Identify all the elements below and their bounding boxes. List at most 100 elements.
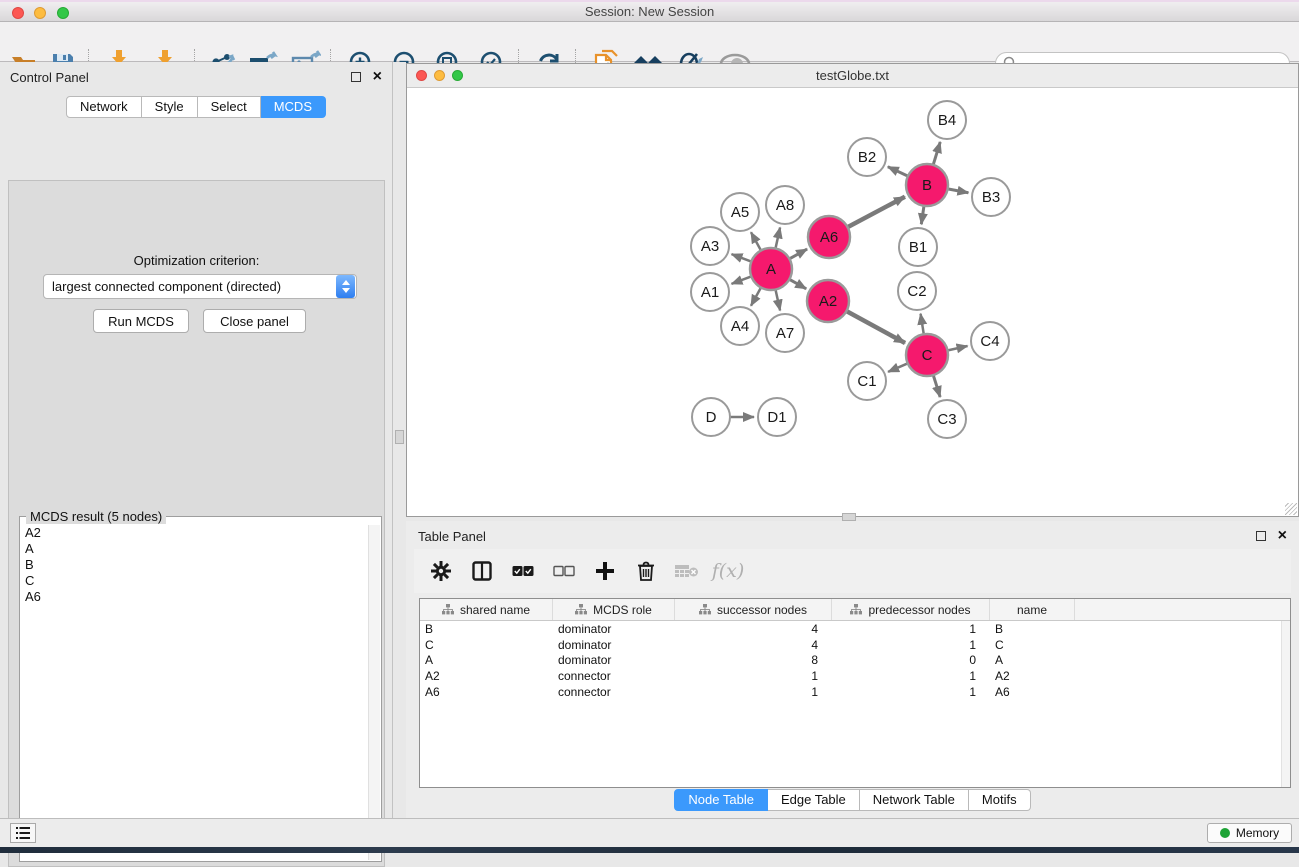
table-row-b[interactable]: Bdominator41B: [420, 621, 1290, 637]
table-row-c[interactable]: Cdominator41C: [420, 637, 1290, 653]
add-column-button[interactable]: [592, 558, 618, 584]
cell-name[interactable]: A6: [990, 684, 1075, 700]
memory-button[interactable]: Memory: [1207, 823, 1292, 843]
column-header-predecessor-nodes[interactable]: predecessor nodes: [832, 599, 990, 620]
cell-name[interactable]: A: [990, 652, 1075, 668]
column-header-shared-name[interactable]: shared name: [420, 599, 553, 620]
cell-name[interactable]: C: [990, 637, 1075, 653]
cell-predecessor-nodes[interactable]: 1: [832, 668, 990, 684]
result-scrollbar[interactable]: [368, 525, 380, 860]
cell-shared-name[interactable]: A2: [420, 668, 553, 684]
delete-table-button[interactable]: [674, 558, 700, 584]
table-row-a2[interactable]: A2connector11A2: [420, 668, 1290, 684]
zoom-window-icon[interactable]: [57, 7, 69, 19]
edge-A-A3[interactable]: [732, 254, 754, 262]
close-panel-icon[interactable]: ×: [373, 72, 382, 82]
tab-network-table[interactable]: Network Table: [860, 789, 969, 811]
cell-mcds-role[interactable]: dominator: [553, 652, 675, 668]
task-history-button[interactable]: [10, 823, 36, 843]
edge-C-C2[interactable]: [921, 314, 925, 337]
select-all-columns-button[interactable]: [510, 558, 536, 584]
tab-edge-table[interactable]: Edge Table: [768, 789, 860, 811]
edge-A2-C[interactable]: [845, 310, 905, 343]
unchecked-boxes-icon: [553, 565, 575, 577]
column-layout-button[interactable]: [469, 558, 495, 584]
table-scrollbar[interactable]: [1281, 621, 1290, 787]
close-network-icon[interactable]: [416, 70, 427, 81]
cell-name[interactable]: B: [990, 621, 1075, 637]
tab-network[interactable]: Network: [66, 96, 142, 118]
column-header-name[interactable]: name: [990, 599, 1075, 620]
cell-predecessor-nodes[interactable]: 1: [832, 684, 990, 700]
cell-mcds-role[interactable]: dominator: [553, 621, 675, 637]
cell-shared-name[interactable]: B: [420, 621, 553, 637]
unselect-all-columns-button[interactable]: [551, 558, 577, 584]
cell-mcds-role[interactable]: connector: [553, 684, 675, 700]
table-panel-title: Table Panel: [418, 529, 486, 544]
float-panel-icon[interactable]: [351, 72, 361, 82]
vertical-divider-grip[interactable]: [395, 430, 404, 444]
checked-boxes-icon: [512, 565, 534, 577]
cell-successor-nodes[interactable]: 4: [675, 621, 832, 637]
edge-A-A7[interactable]: [775, 288, 780, 311]
cell-predecessor-nodes[interactable]: 1: [832, 637, 990, 653]
edge-C-C3[interactable]: [933, 373, 940, 397]
cell-successor-nodes[interactable]: 1: [675, 684, 832, 700]
cell-name[interactable]: A2: [990, 668, 1075, 684]
edge-A-A4[interactable]: [751, 286, 762, 306]
close-window-icon[interactable]: [12, 7, 24, 19]
edge-B-B2[interactable]: [888, 167, 910, 177]
column-header-mcds-role[interactable]: MCDS role: [553, 599, 675, 620]
result-item-a2[interactable]: A2: [21, 525, 368, 541]
delete-columns-button[interactable]: [633, 558, 659, 584]
cell-shared-name[interactable]: A: [420, 652, 553, 668]
cell-shared-name[interactable]: A6: [420, 684, 553, 700]
edge-B-B3[interactable]: [946, 189, 969, 193]
cell-predecessor-nodes[interactable]: 1: [832, 621, 990, 637]
edge-A-A5[interactable]: [751, 232, 762, 252]
edge-C-C1[interactable]: [888, 363, 909, 372]
edge-A6-B[interactable]: [846, 197, 905, 228]
close-table-panel-icon[interactable]: ×: [1278, 531, 1287, 541]
minimize-network-icon[interactable]: [434, 70, 445, 81]
result-item-b[interactable]: B: [21, 557, 368, 573]
cell-successor-nodes[interactable]: 1: [675, 668, 832, 684]
cell-mcds-role[interactable]: connector: [553, 668, 675, 684]
network-canvas[interactable]: B4B2BB3A5A8A6B1A3AC2A1A2A4A7C4CC1C3DD1: [407, 88, 1298, 516]
tab-select[interactable]: Select: [198, 96, 261, 118]
tab-mcds[interactable]: MCDS: [261, 96, 326, 118]
edge-A-A6[interactable]: [788, 249, 807, 260]
edge-C-C4[interactable]: [946, 346, 968, 351]
result-item-a[interactable]: A: [21, 541, 368, 557]
cell-shared-name[interactable]: C: [420, 637, 553, 653]
tab-node-table[interactable]: Node Table: [674, 789, 768, 811]
horizontal-divider-grip[interactable]: [842, 513, 856, 521]
cell-successor-nodes[interactable]: 8: [675, 652, 832, 668]
tab-style[interactable]: Style: [142, 96, 198, 118]
table-settings-button[interactable]: [428, 558, 454, 584]
window-resize-grip[interactable]: [1285, 503, 1297, 515]
table-row-a6[interactable]: A6connector11A6: [420, 684, 1290, 700]
edge-A-A1[interactable]: [732, 276, 754, 284]
mcds-result-list[interactable]: A2ABCA6: [21, 525, 368, 860]
maximize-network-icon[interactable]: [452, 70, 463, 81]
minimize-window-icon[interactable]: [34, 7, 46, 19]
table-row-a[interactable]: Adominator80A: [420, 652, 1290, 668]
tab-motifs[interactable]: Motifs: [969, 789, 1031, 811]
node-label-d: D: [706, 409, 717, 426]
criterion-dropdown[interactable]: largest connected component (directed): [43, 274, 357, 299]
result-item-a6[interactable]: A6: [21, 589, 368, 605]
edge-A-A8[interactable]: [775, 227, 780, 250]
close-panel-button[interactable]: Close panel: [203, 309, 306, 333]
network-graph[interactable]: B4B2BB3A5A8A6B1A3AC2A1A2A4A7C4CC1C3DD1: [407, 88, 1298, 517]
cell-predecessor-nodes[interactable]: 0: [832, 652, 990, 668]
edge-B-B4[interactable]: [933, 142, 941, 167]
node-label-a8: A8: [776, 197, 794, 214]
cell-mcds-role[interactable]: dominator: [553, 637, 675, 653]
result-item-c[interactable]: C: [21, 573, 368, 589]
cell-successor-nodes[interactable]: 4: [675, 637, 832, 653]
function-builder-button[interactable]: f(x): [715, 558, 741, 584]
column-header-successor-nodes[interactable]: successor nodes: [675, 599, 832, 620]
float-table-panel-icon[interactable]: [1256, 531, 1266, 541]
run-mcds-button[interactable]: Run MCDS: [93, 309, 189, 333]
